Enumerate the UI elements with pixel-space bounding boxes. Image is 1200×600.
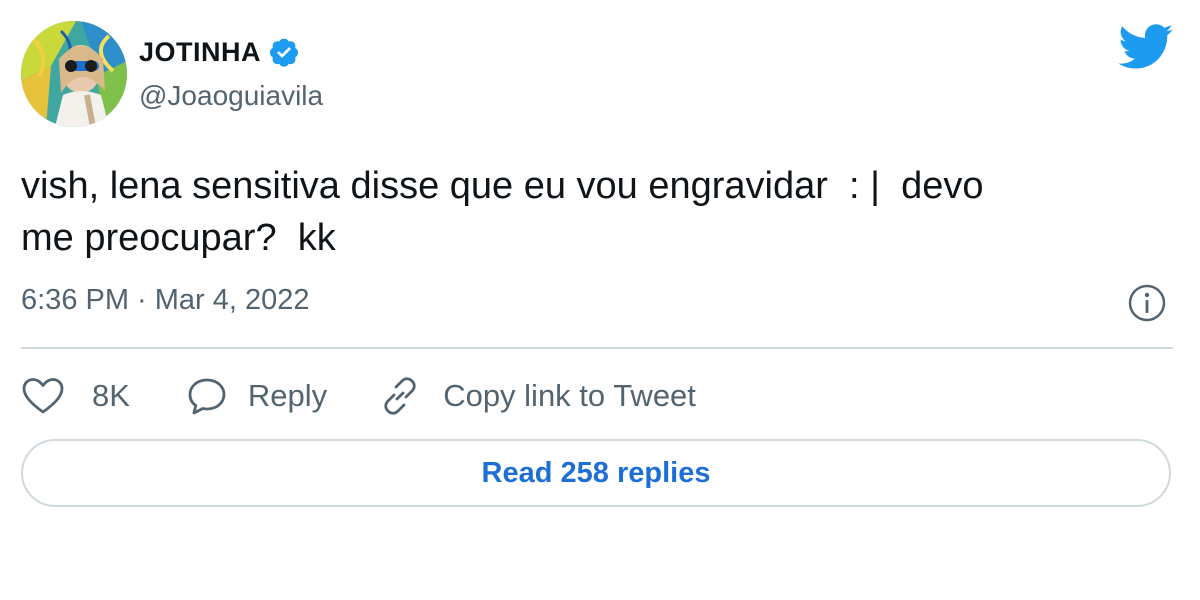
copy-link-label: Copy link to Tweet (443, 378, 696, 413)
avatar-image (21, 21, 127, 127)
reply-label: Reply (247, 378, 328, 413)
read-replies-button[interactable]: Read 258 replies (21, 439, 1171, 507)
tweet-card: JOTINHA @Joaoguiavila vish, lena sensiti… (0, 0, 1200, 600)
twitter-bird-icon[interactable] (1118, 24, 1174, 70)
avatar[interactable] (21, 21, 127, 127)
speech-bubble-icon (188, 378, 226, 415)
verified-badge-icon (268, 36, 300, 68)
link-icon (384, 377, 416, 415)
read-replies-label: Read 258 replies (481, 456, 711, 489)
tweet-text: vish, lena sensitiva disse que eu vou en… (21, 165, 984, 259)
tweet-timestamp[interactable]: 6:36 PM · Mar 4, 2022 (21, 284, 310, 317)
like-button[interactable]: 8K (21, 376, 130, 416)
author-handle[interactable]: @Joaoguiavila (139, 80, 323, 112)
divider (21, 347, 1173, 349)
author-display-name[interactable]: JOTINHA (139, 37, 261, 68)
info-icon[interactable] (1127, 283, 1167, 323)
heart-icon (22, 378, 64, 414)
tweet-actions-bar: 8K Reply Copy link to Tweet (21, 372, 696, 420)
copy-link-button[interactable]: Copy link to Tweet (379, 375, 696, 417)
reply-button[interactable]: Reply (186, 376, 327, 416)
author-name-row[interactable]: JOTINHA (139, 30, 300, 74)
like-count: 8K (92, 378, 130, 413)
